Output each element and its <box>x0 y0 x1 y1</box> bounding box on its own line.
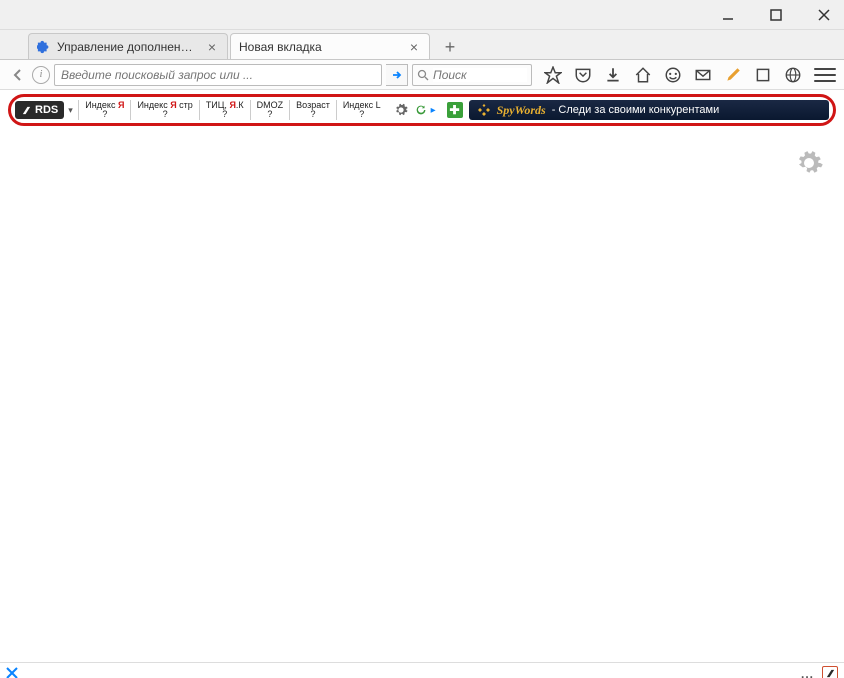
maximize-button[interactable] <box>764 3 788 27</box>
info-icon[interactable]: i <box>32 66 50 84</box>
minimize-button[interactable] <box>716 3 740 27</box>
puzzle-icon <box>37 40 51 54</box>
rds-refresh-icon[interactable] <box>413 102 429 118</box>
status-more-icon[interactable]: ... <box>801 667 814 678</box>
rds-toolbar: RDS ▾ Индекс Я?Индекс Я стр?ТИЦ, Я.К?DMO… <box>13 99 831 121</box>
status-right: ... <box>801 666 838 678</box>
toolbar-icons <box>544 66 802 84</box>
rds-stat-value: ? <box>267 110 272 119</box>
box-icon[interactable] <box>754 66 772 84</box>
status-close-icon[interactable] <box>6 666 18 678</box>
close-button[interactable] <box>812 3 836 27</box>
rds-stat-value: ? <box>359 110 364 119</box>
spywords-text: - Следи за своими конкурентами <box>552 104 720 116</box>
rds-highlight-ring: RDS ▾ Индекс Я?Индекс Я стр?ТИЦ, Я.К?DMO… <box>8 94 836 126</box>
home-icon[interactable] <box>634 66 652 84</box>
face-icon[interactable] <box>664 66 682 84</box>
spywords-icon <box>477 103 491 117</box>
download-icon[interactable] <box>604 66 622 84</box>
navigation-toolbar: i <box>0 60 844 90</box>
rds-more-icon[interactable]: ▸ <box>431 105 441 116</box>
status-tag-icon[interactable] <box>822 666 838 678</box>
rds-settings-icon[interactable] <box>393 102 409 118</box>
spywords-banner[interactable]: SpyWords - Следи за своими конкурентами <box>469 100 829 120</box>
rds-stat[interactable]: Индекс L? <box>336 100 387 120</box>
rds-stat[interactable]: DMOZ? <box>250 100 290 120</box>
go-button[interactable] <box>386 64 408 86</box>
tab-close-icon[interactable]: × <box>407 40 421 54</box>
rds-stat-value: ? <box>310 110 315 119</box>
rds-stat[interactable]: Индекс Я? <box>78 100 130 120</box>
tab-new[interactable]: Новая вкладка × <box>230 33 430 59</box>
tab-strip: Управление дополнениями... × Новая вклад… <box>0 30 844 60</box>
star-icon[interactable] <box>544 66 562 84</box>
mail-icon[interactable] <box>694 66 712 84</box>
rds-stat[interactable]: ТИЦ, Я.К? <box>199 100 250 120</box>
rds-logo-text: RDS <box>35 104 58 116</box>
url-input[interactable] <box>54 64 382 86</box>
search-icon <box>417 69 429 81</box>
rds-toolbar-wrapper: RDS ▾ Индекс Я?Индекс Я стр?ТИЦ, Я.К?DMO… <box>0 90 844 130</box>
rds-dropdown-icon[interactable]: ▾ <box>68 105 76 116</box>
rds-stat-value: ? <box>102 110 107 119</box>
rds-stat-value: ? <box>163 110 168 119</box>
page-content <box>0 130 844 662</box>
spywords-brand: SpyWords <box>497 103 546 118</box>
tab-label: Управление дополнениями... <box>57 40 199 54</box>
globe-icon[interactable] <box>784 66 802 84</box>
rds-stat[interactable]: Возраст? <box>289 100 336 120</box>
status-bar: ... <box>0 662 844 678</box>
rds-plus-button[interactable]: ✚ <box>447 102 463 118</box>
rds-logo-button[interactable]: RDS <box>15 101 64 119</box>
newtab-settings-icon[interactable] <box>794 148 824 178</box>
hamburger-menu-button[interactable] <box>814 66 836 84</box>
new-tab-button[interactable]: + <box>438 35 462 59</box>
tab-close-icon[interactable]: × <box>205 40 219 54</box>
search-box[interactable] <box>412 64 532 86</box>
tab-addons[interactable]: Управление дополнениями... × <box>28 33 228 59</box>
pencil-icon[interactable] <box>724 66 742 84</box>
rds-stat-value: ? <box>222 110 227 119</box>
rds-stat[interactable]: Индекс Я стр? <box>130 100 198 120</box>
window-title-bar <box>0 0 844 30</box>
search-input[interactable] <box>433 68 527 82</box>
pocket-icon[interactable] <box>574 66 592 84</box>
tab-label: Новая вкладка <box>239 40 401 54</box>
back-button[interactable] <box>8 65 28 85</box>
